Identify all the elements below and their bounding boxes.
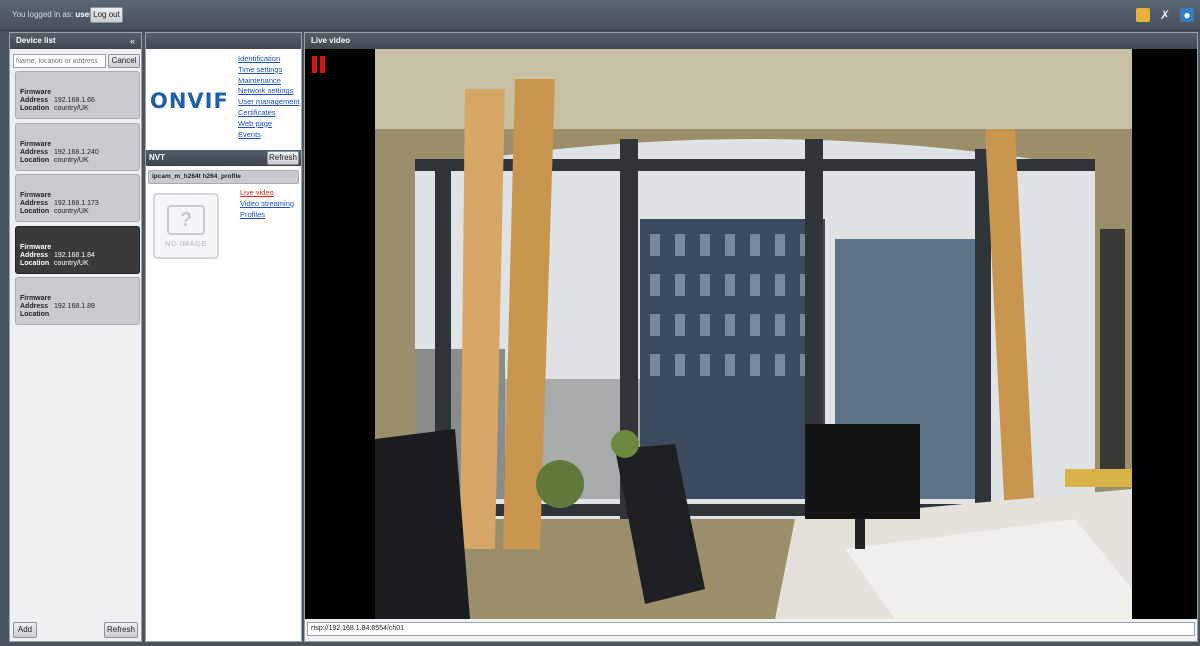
address-label: Address [20,200,49,207]
refresh-devices-button[interactable]: Refresh [104,622,138,638]
device-location: country/UK [54,105,89,112]
profile-name[interactable]: ipcam_m_h264t h264_profile [148,170,299,184]
location-label: Location [20,311,50,318]
nvt-menu-link[interactable]: Profiles [240,210,294,221]
firmware-label: Firmware [20,89,52,96]
address-label: Address [20,251,49,259]
location-row: Location country/UK [20,208,139,216]
address-row: Address 192.168.1.240 [20,149,139,157]
top-icons: ✗ ● [1136,8,1194,22]
address-row: Address 192.168.1.66 [20,97,139,105]
device-location: country/UK [54,208,89,215]
user-icon[interactable]: ● [1180,8,1194,22]
location-label: Location [20,156,50,164]
device-address: 192.168.1.84 [54,251,95,259]
location-row: Location country/UK [20,105,139,113]
device-address: 192.168.1.66 [54,97,95,104]
onvif-logo-text: ONVIF [150,89,229,113]
device-menu: Identification Time settings Maintenance Ne… [238,54,300,140]
login-prefix: You logged in as: [12,10,74,19]
device-card[interactable]: Firmware Address 192.168.1.173 Location coun… [15,174,140,222]
device-list-footer: Add Refresh [13,622,138,638]
add-device-button[interactable]: Add [13,622,37,638]
device-menu-link[interactable]: User management [238,97,300,108]
device-panel: ONVIF Identification Time settings Mainten… [145,32,302,642]
device-search-input[interactable] [13,54,106,68]
top-bar: You logged in as: user Log out ✗ ● [0,0,1200,31]
device-card[interactable]: Firmware Address 192.168.1.66 Location count… [15,71,140,119]
firmware-label: Firmware [20,243,52,251]
device-menu-link[interactable]: Certificates [238,108,300,119]
nvt-label: NVT [149,153,165,162]
device-list-header: Device list « [10,33,141,49]
device-menu-link[interactable]: Network settings [238,86,300,97]
device-list-panel: Device list « Cancel FirmwareAddress192.… [9,32,142,642]
nvt-menu: Live video Video streaming Profiles [240,188,294,220]
nvt-bar: NVT Refresh [146,150,301,166]
firmware-label: Firmware [20,192,52,199]
device-search: Cancel [13,54,140,68]
device-menu-link[interactable]: Maintenance [238,76,300,87]
question-icon: ? [167,205,205,235]
device-address: 192.168.1.173 [54,200,99,207]
onvif-logo: ONVIF [150,89,229,113]
camera-view-image [375,49,1132,619]
device-card[interactable]: Firmware Address 192.168.1.84 Location count… [15,225,140,274]
device-address: 192.168.1.89 [54,303,95,310]
live-video-panel: Live video rtsp://192.168.1.84:8554/ch01 [304,32,1198,642]
device-menu-link[interactable]: Identification [238,54,300,65]
device-card[interactable]: Firmware Address 192.168.1.89 Location [15,277,140,325]
address-row: Address 192.168.1.84 [20,252,139,260]
firmware-label: Firmware [20,140,52,148]
address-row: Address 192.168.1.173 [20,200,139,208]
device-location: country/UK [54,156,89,164]
stream-url-field[interactable]: rtsp://192.168.1.84:8554/ch01 [307,622,1195,636]
logout-button[interactable]: Log out [90,7,123,23]
firmware-label: Firmware [20,295,52,302]
collapse-icon[interactable]: « [130,33,135,49]
no-image-text: NO IMAGE [165,239,207,248]
device-menu-link[interactable]: Web page [238,119,300,130]
device-menu-link[interactable]: Events [238,130,300,141]
address-label: Address [20,148,49,156]
folder-icon[interactable] [1136,8,1150,22]
video-frame[interactable] [305,49,1197,619]
address-label: Address [20,303,49,310]
location-row: Location country/UK [20,157,139,165]
location-label: Location [20,259,50,267]
device-location: country/UK [54,259,89,267]
device-card[interactable]: Firmware Address 192.168.1.240 Location coun… [15,122,140,171]
nvt-menu-link[interactable]: Video streaming [240,199,294,210]
login-status: You logged in as: user [12,10,92,19]
device-panel-header [146,33,301,49]
device-address: 192.168.1.240 [54,148,99,156]
no-image-placeholder: ? NO IMAGE [153,193,219,259]
location-label: Location [20,208,50,215]
live-video-title: Live video [311,36,351,45]
tools-icon[interactable]: ✗ [1158,8,1172,22]
address-row: Address 192.168.1.89 [20,303,139,311]
location-label: Location [20,105,50,112]
nvt-refresh-button[interactable]: Refresh [267,151,299,165]
address-label: Address [20,97,49,104]
pause-icon[interactable] [312,56,326,73]
nvt-menu-link[interactable]: Live video [240,188,294,199]
device-menu-link[interactable]: Time settings [238,65,300,76]
cancel-button[interactable]: Cancel [108,54,140,68]
device-list-title: Device list [16,36,56,45]
location-row: Location country/UK [20,260,139,268]
live-video-header: Live video [305,33,1197,49]
location-row: Location [20,311,139,319]
